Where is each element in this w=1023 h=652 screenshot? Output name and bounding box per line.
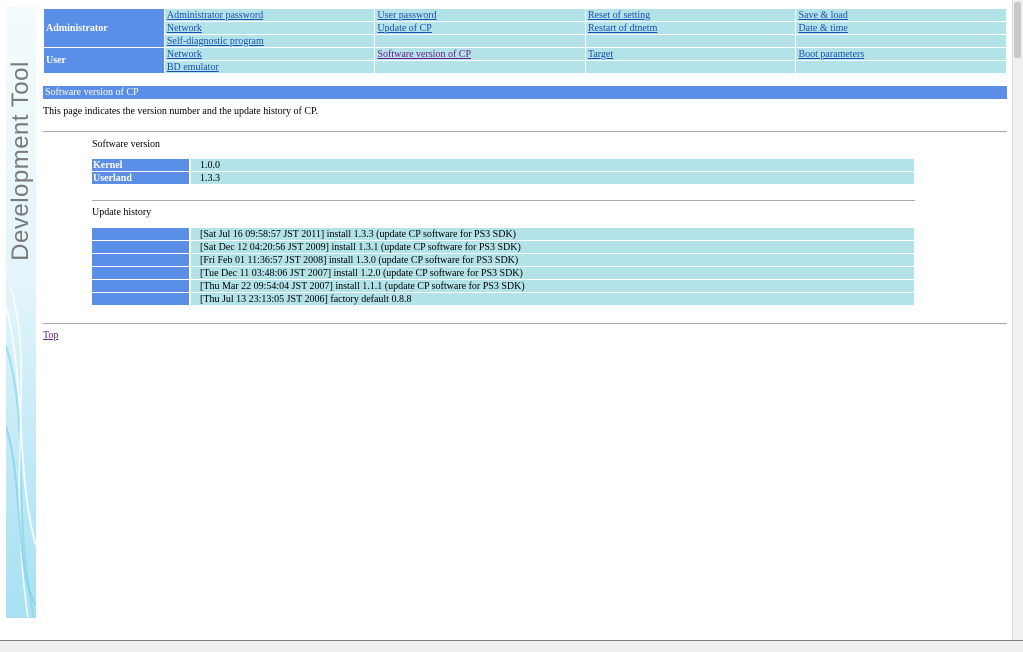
divider — [43, 323, 1007, 324]
nav-date-time-link[interactable]: Date & time — [798, 23, 847, 34]
userland-label: Userland — [92, 172, 189, 184]
history-entry: [Thu Mar 22 09:54:04 JST 2007] install 1… — [191, 280, 914, 292]
nav-empty-cell — [796, 35, 1006, 47]
divider — [92, 200, 915, 201]
table-row: [Sat Dec 12 04:20:56 JST 2009] install 1… — [92, 241, 914, 253]
table-row: [Sat Jul 16 09:58:57 JST 2011] install 1… — [92, 228, 914, 240]
nav-menu: Administrator Administrator password Use… — [43, 8, 1007, 74]
role-user: User — [44, 48, 164, 73]
history-key-cell — [92, 280, 189, 292]
nav-empty-cell — [375, 35, 585, 47]
nav-admin-network-link[interactable]: Network — [167, 23, 202, 34]
divider — [43, 131, 1007, 132]
history-entry: [Tue Dec 11 03:48:06 JST 2007] install 1… — [191, 267, 914, 279]
table-row: Userland 1.3.3 — [92, 172, 914, 184]
table-row: Kernel 1.0.0 — [92, 159, 914, 171]
kernel-version: 1.0.0 — [191, 159, 914, 171]
nav-empty-cell — [585, 35, 796, 47]
status-bar — [0, 640, 1023, 652]
table-row: [Thu Jul 13 23:13:05 JST 2006] factory d… — [92, 293, 914, 305]
section-description: This page indicates the version number a… — [43, 106, 318, 117]
nav-software-version-link[interactable]: Software version of CP — [377, 49, 471, 60]
section-title: Software version of CP — [43, 86, 1007, 99]
history-entry: [Thu Jul 13 23:13:05 JST 2006] factory d… — [191, 293, 914, 305]
nav-bd-emulator-link[interactable]: BD emulator — [167, 62, 219, 73]
nav-restart-dtnetm-link[interactable]: Restart of dtnetm — [588, 23, 657, 34]
scrollbar-thumb[interactable] — [1014, 2, 1021, 58]
vertical-scrollbar[interactable] — [1012, 0, 1023, 640]
software-version-table: Kernel 1.0.0 Userland 1.3.3 — [92, 158, 914, 185]
sidebar-title: Development Tool — [7, 61, 35, 261]
role-administrator: Administrator — [44, 9, 164, 47]
history-key-cell — [92, 293, 189, 305]
table-row: [Fri Feb 01 11:36:57 JST 2008] install 1… — [92, 254, 914, 266]
history-key-cell — [92, 228, 189, 240]
nav-empty-cell — [585, 61, 796, 73]
table-row: [Tue Dec 11 03:48:06 JST 2007] install 1… — [92, 267, 914, 279]
nav-empty-cell — [796, 61, 1006, 73]
history-entry: [Sat Dec 12 04:20:56 JST 2009] install 1… — [191, 241, 914, 253]
nav-self-diagnostic-link[interactable]: Self-diagnostic program — [167, 36, 264, 47]
history-key-cell — [92, 241, 189, 253]
nav-user-password-link[interactable]: User password — [377, 10, 436, 21]
nav-boot-parameters-link[interactable]: Boot parameters — [798, 49, 864, 60]
history-key-cell — [92, 254, 189, 266]
nav-user-network-link[interactable]: Network — [167, 49, 202, 60]
top-link[interactable]: Top — [43, 330, 58, 341]
nav-update-cp-link[interactable]: Update of CP — [377, 23, 431, 34]
software-version-heading: Software version — [92, 139, 161, 150]
nav-admin-password-link[interactable]: Administrator password — [167, 10, 263, 21]
kernel-label: Kernel — [92, 159, 189, 171]
table-row: [Thu Mar 22 09:54:04 JST 2007] install 1… — [92, 280, 914, 292]
update-history-table: [Sat Jul 16 09:58:57 JST 2011] install 1… — [92, 227, 914, 306]
userland-version: 1.3.3 — [191, 172, 914, 184]
sidebar-banner: Development Tool — [6, 6, 36, 618]
nav-reset-setting-link[interactable]: Reset of setting — [588, 10, 650, 21]
nav-empty-cell — [375, 61, 585, 73]
nav-save-load-link[interactable]: Save & load — [798, 10, 847, 21]
history-entry: [Fri Feb 01 11:36:57 JST 2008] install 1… — [191, 254, 914, 266]
nav-target-link[interactable]: Target — [588, 49, 613, 60]
history-key-cell — [92, 267, 189, 279]
history-entry: [Sat Jul 16 09:58:57 JST 2011] install 1… — [191, 228, 914, 240]
update-history-heading: Update history — [92, 207, 152, 218]
